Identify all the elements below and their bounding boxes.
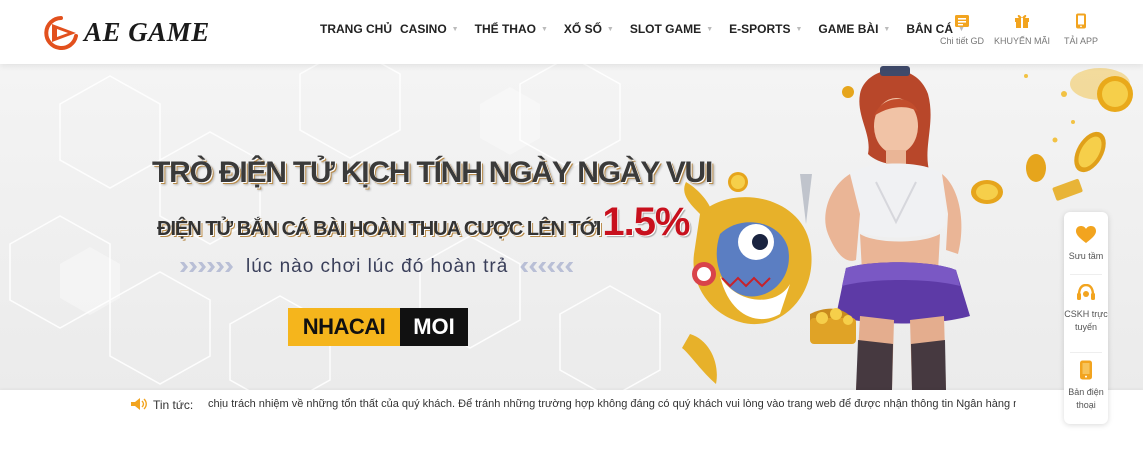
- news-ticker: Tin tức: chịu trách nhiệm về những tổn t…: [0, 390, 1143, 420]
- side-label: Sưu tầm: [1068, 251, 1104, 261]
- favorites-button[interactable]: Sưu tầm: [1064, 226, 1108, 263]
- ticker-text[interactable]: chịu trách nhiệm về những tổn thất của q…: [208, 398, 1016, 410]
- banner-subline: ĐIỆN TỬ BẮN CÁ BÀI HOÀN THUA CƯỢC LÊN TỚ…: [157, 200, 691, 245]
- nav-label: XỔ SỐ: [563, 22, 602, 36]
- nav-item-home[interactable]: TRANG CHỦ: [320, 22, 392, 36]
- nav-label: CASINO: [400, 22, 447, 36]
- chevron-down-icon: ▼: [883, 25, 891, 33]
- phone-icon: [1080, 360, 1092, 380]
- nhacaimoi-watermark: NHACAI MOI: [288, 308, 468, 346]
- chevron-down-icon: ▼: [540, 25, 548, 33]
- page-content-area: [0, 420, 1143, 450]
- speaker-icon: [131, 398, 147, 410]
- headset-icon: [1077, 284, 1095, 300]
- nav-item-sports[interactable]: THỂ THAO ▼: [475, 22, 548, 36]
- logo-play-icon: [44, 16, 78, 50]
- chevron-down-icon: ▼: [795, 25, 803, 33]
- side-label: CSKH trực tuyến: [1064, 309, 1108, 332]
- mobile-version-button[interactable]: Bản điện thoại: [1064, 360, 1108, 411]
- gift-icon: [1014, 13, 1030, 29]
- chevron-down-icon: ▼: [706, 25, 714, 33]
- subline-text: ĐIỆN TỬ BẮN CÁ BÀI HOÀN THUA CƯỢC LÊN TỚ…: [157, 218, 601, 240]
- chevrons-left-icon: [520, 262, 574, 272]
- promotions-button[interactable]: KHUYẾN MÃI: [994, 13, 1050, 46]
- nav-item-slot-game[interactable]: SLOT GAME ▼: [630, 22, 713, 36]
- chevron-down-icon: ▼: [451, 25, 459, 33]
- side-label: Bản điện thoại: [1068, 387, 1104, 410]
- util-label: Chi tiết GD: [940, 36, 985, 46]
- tagline-text: lúc nào chơi lúc đó hoàn trả: [246, 256, 509, 277]
- banner-tagline: lúc nào chơi lúc đó hoàn trả: [180, 256, 574, 278]
- nav-item-lottery[interactable]: XỔ SỐ ▼: [564, 22, 614, 36]
- nav-item-casino[interactable]: CASINO ▼: [400, 22, 459, 36]
- divider: [1070, 352, 1102, 353]
- nav-item-esports[interactable]: E-SPORTS ▼: [729, 22, 802, 36]
- util-label: TẢI APP: [1064, 36, 1099, 46]
- nav-label: E-SPORTS: [729, 22, 791, 36]
- nav-label: SLOT GAME: [629, 22, 702, 36]
- chevron-down-icon: ▼: [606, 25, 614, 33]
- nav-label: THỂ THAO: [474, 22, 536, 36]
- download-app-button[interactable]: TẢI APP: [1064, 13, 1098, 46]
- transaction-details-button[interactable]: Chi tiết GD: [940, 13, 984, 46]
- logo[interactable]: AE GAME: [42, 13, 210, 51]
- chevrons-right-icon: [180, 262, 234, 272]
- ticker-label: Tin tức:: [153, 398, 194, 412]
- banner-headline: TRÒ ĐIỆN TỬ KỊCH TÍNH NGÀY NGÀY VUI: [152, 156, 713, 189]
- site-header: AE GAME TRANG CHỦ CASINO ▼ THỂ THAO ▼ XỔ S…: [0, 0, 1143, 64]
- nav-label: GAME BÀI: [818, 22, 879, 36]
- watermark-right: MOI: [400, 308, 468, 346]
- nav-label: TRANG CHỦ: [320, 22, 392, 36]
- transaction-details-icon: [954, 13, 970, 29]
- heart-icon: [1076, 226, 1096, 243]
- brand-name: AE GAME: [84, 16, 210, 47]
- main-nav: TRANG CHỦ CASINO ▼ THỂ THAO ▼ XỔ SỐ ▼ SLOT …: [320, 22, 981, 36]
- floating-side-panel: Sưu tầm CSKH trực tuyến Bản điện thoại: [1064, 212, 1108, 424]
- promo-banner[interactable]: TRÒ ĐIỆN TỬ KỊCH TÍNH NGÀY NGÀY VUI ĐIỆN…: [0, 64, 1143, 390]
- live-support-button[interactable]: CSKH trực tuyến: [1064, 284, 1108, 333]
- divider: [1070, 274, 1102, 275]
- util-label: KHUYẾN MÃI: [994, 36, 1051, 46]
- watermark-left: NHACAI: [288, 308, 400, 346]
- nav-item-card-games[interactable]: GAME BÀI ▼: [818, 22, 890, 36]
- mobile-icon: [1073, 13, 1089, 29]
